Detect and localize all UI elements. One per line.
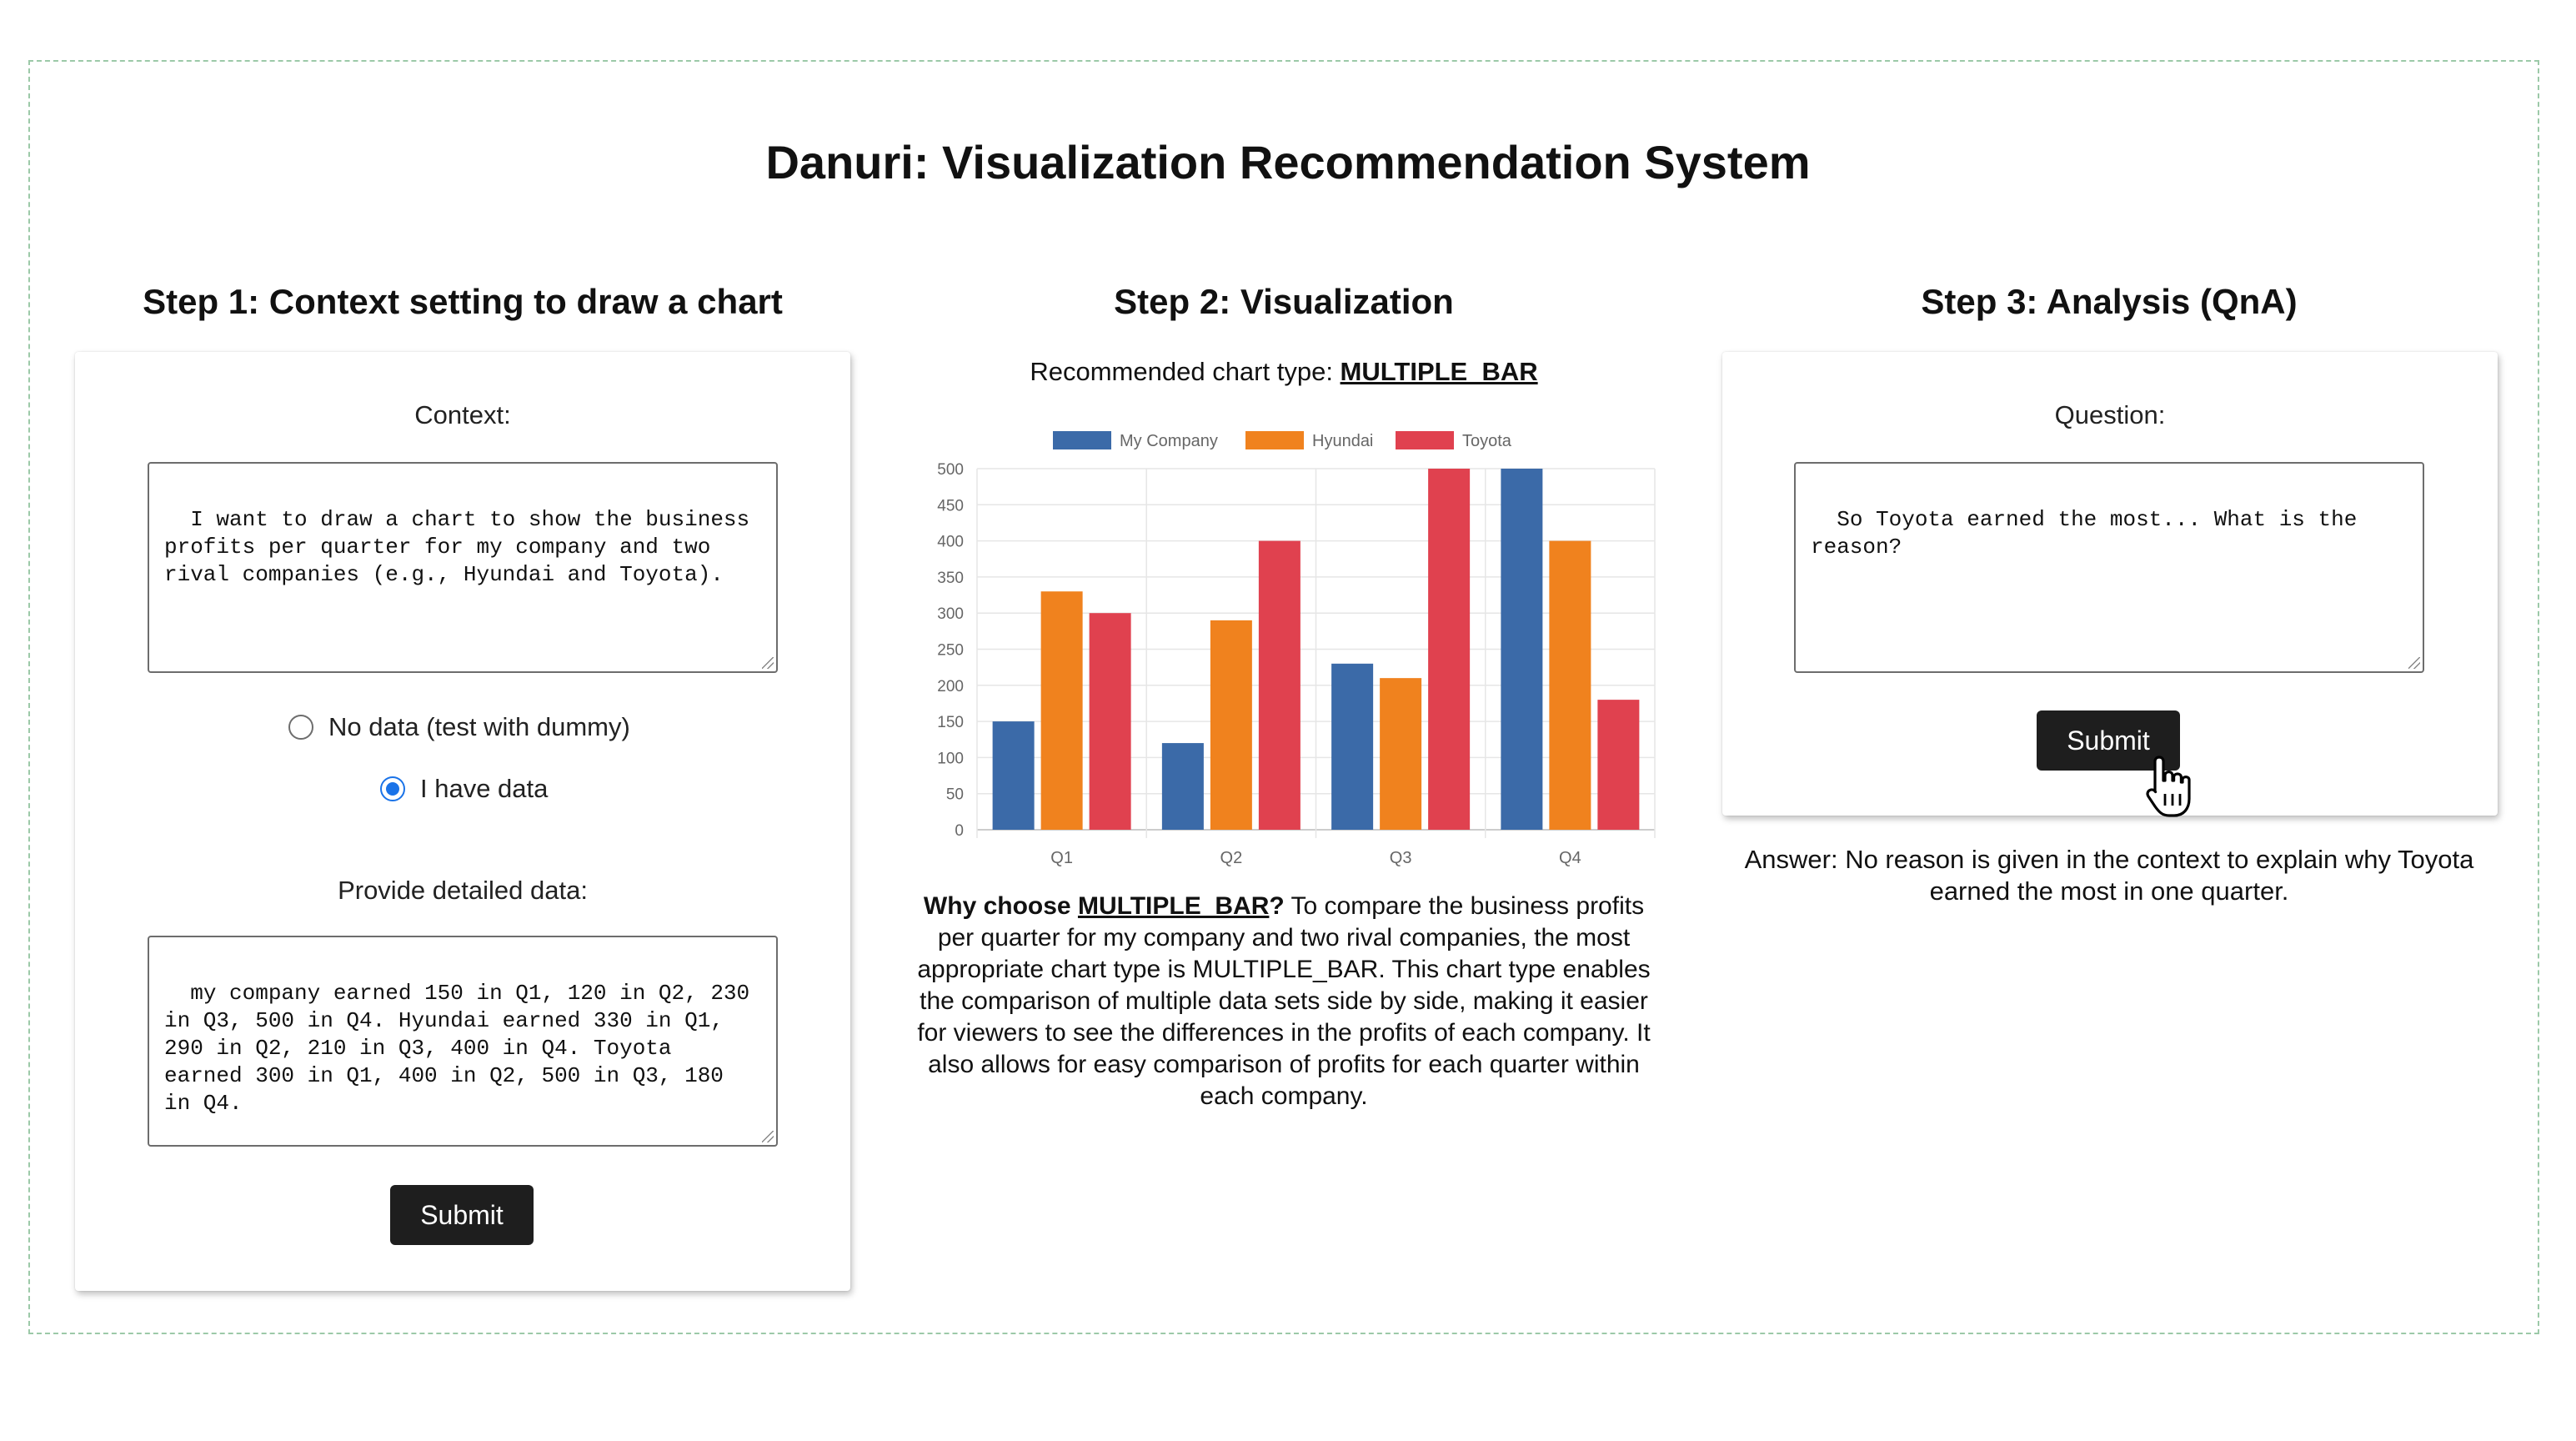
resize-grip-icon[interactable] bbox=[762, 1131, 774, 1142]
radio-button-unchecked[interactable] bbox=[288, 715, 313, 740]
legend-swatch bbox=[1053, 431, 1111, 449]
bar-hyundai-q2 bbox=[1210, 620, 1252, 830]
radio-no-data[interactable]: No data (test with dummy) bbox=[288, 712, 630, 742]
y-tick-label: 500 bbox=[937, 461, 964, 479]
bar-my-company-q2 bbox=[1161, 743, 1204, 830]
resize-grip-icon[interactable] bbox=[2408, 657, 2420, 669]
bar-my-company-q4 bbox=[1501, 469, 1543, 830]
y-tick-label: 200 bbox=[937, 678, 964, 695]
y-tick-label: 250 bbox=[937, 642, 964, 660]
y-tick-label: 100 bbox=[937, 750, 964, 767]
bar-hyundai-q4 bbox=[1549, 540, 1591, 830]
recommended-prefix: Recommended chart type: bbox=[1030, 357, 1341, 386]
answer-text: Answer: No reason is given in the contex… bbox=[1744, 845, 2474, 906]
y-tick-label: 150 bbox=[937, 714, 964, 731]
resize-grip-icon[interactable] bbox=[762, 657, 774, 669]
why-type-link[interactable]: MULTIPLE_BAR bbox=[1078, 892, 1269, 920]
bar-hyundai-q3 bbox=[1380, 678, 1422, 830]
legend-label: My Company bbox=[1120, 432, 1218, 450]
question-label: Question: bbox=[2054, 400, 2166, 429]
legend-label: Hyundai bbox=[1312, 432, 1373, 450]
why-prefix: Why choose bbox=[923, 892, 1078, 920]
legend-swatch bbox=[1396, 431, 1454, 449]
y-tick-label: 0 bbox=[955, 822, 964, 840]
data-label: Provide detailed data: bbox=[338, 876, 588, 905]
hand-pointer-icon bbox=[2146, 756, 2191, 817]
page-title: Danuri: Visualization Recommendation Sys… bbox=[765, 136, 1811, 188]
legend-swatch bbox=[1245, 431, 1304, 449]
legend-label: Toyota bbox=[1462, 432, 1512, 450]
bar-toyota-q2 bbox=[1258, 540, 1301, 830]
step3-title: Step 3: Analysis (QnA) bbox=[1921, 282, 2298, 321]
x-tick-label: Q2 bbox=[1220, 849, 1243, 867]
radio-no-data-label: No data (test with dummy) bbox=[328, 712, 630, 741]
bar-hyundai-q1 bbox=[1040, 591, 1083, 830]
y-tick-label: 300 bbox=[937, 605, 964, 623]
x-tick-label: Q1 bbox=[1050, 849, 1073, 867]
radio-button-checked[interactable] bbox=[380, 776, 405, 801]
data-text: my company earned 150 in Q1, 120 in Q2, … bbox=[164, 981, 763, 1116]
radio-have-data[interactable]: I have data bbox=[380, 774, 548, 804]
data-textarea[interactable]: my company earned 150 in Q1, 120 in Q2, … bbox=[148, 936, 778, 1147]
bar-my-company-q1 bbox=[992, 721, 1035, 830]
context-textarea[interactable]: I want to draw a chart to show the busin… bbox=[148, 462, 778, 673]
y-tick-label: 450 bbox=[937, 497, 964, 515]
radio-have-data-label: I have data bbox=[420, 774, 549, 803]
x-tick-label: Q3 bbox=[1390, 849, 1412, 867]
y-tick-label: 350 bbox=[937, 570, 964, 587]
context-text: I want to draw a chart to show the busin… bbox=[164, 507, 763, 587]
y-tick-label: 50 bbox=[946, 786, 964, 804]
bar-my-company-q3 bbox=[1331, 663, 1374, 830]
why-body: To compare the business profits per quar… bbox=[917, 892, 1651, 1110]
bar-toyota-q1 bbox=[1089, 613, 1131, 830]
why-question-mark: ? bbox=[1269, 892, 1285, 920]
why-explanation: Why choose MULTIPLE_BAR? To compare the … bbox=[909, 891, 1659, 1112]
y-tick-label: 400 bbox=[937, 534, 964, 551]
context-label: Context: bbox=[414, 400, 511, 429]
question-textarea[interactable]: So Toyota earned the most... What is the… bbox=[1794, 462, 2424, 673]
recommended-chart-type: Recommended chart type: MULTIPLE_BAR bbox=[909, 357, 1659, 387]
step1-submit-button[interactable]: Submit bbox=[390, 1185, 534, 1245]
question-text: So Toyota earned the most... What is the… bbox=[1811, 507, 2370, 560]
recommended-type-link[interactable]: MULTIPLE_BAR bbox=[1341, 357, 1538, 386]
bar-toyota-q4 bbox=[1597, 700, 1640, 830]
bar-toyota-q3 bbox=[1428, 469, 1471, 830]
bar-chart: 0 50 100 150 200 250 300 350 400 450 500 Q1 Q2 Q3 Q4 My… bbox=[937, 431, 1656, 867]
step2-title: Step 2: Visualization bbox=[1114, 282, 1454, 321]
x-tick-label: Q4 bbox=[1559, 849, 1581, 867]
step1-title: Step 1: Context setting to draw a chart bbox=[143, 282, 783, 321]
